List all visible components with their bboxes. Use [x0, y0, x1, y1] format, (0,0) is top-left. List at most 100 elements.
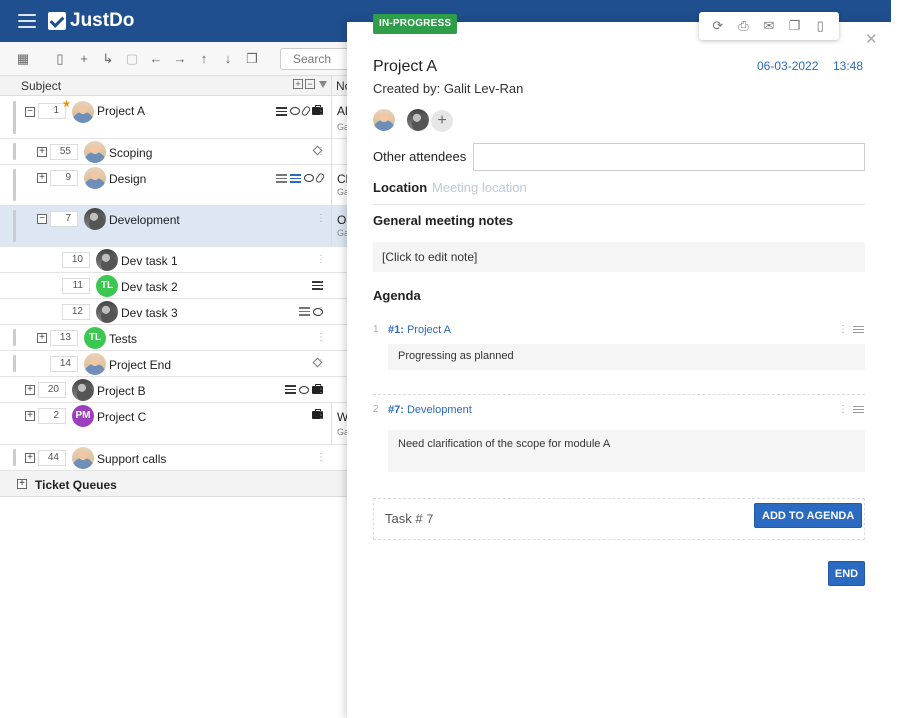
description-icon[interactable] — [299, 307, 310, 316]
close-icon[interactable]: ✕ — [865, 32, 878, 47]
meeting-date[interactable]: 06-03-2022 — [757, 59, 818, 73]
table-row[interactable]: + 9 Design ⋮ Cl Ga — [0, 165, 349, 206]
attachment-icon[interactable] — [300, 105, 312, 117]
row-menu-icon[interactable]: ⋮ — [316, 107, 326, 117]
table-row[interactable]: + 55 Scoping ⋮ — [0, 139, 347, 165]
task-title[interactable]: Dev task 1 — [121, 254, 178, 268]
arrow-down-icon[interactable]: ↓ — [221, 52, 235, 66]
star-icon[interactable]: ★ — [62, 99, 71, 110]
row-handle[interactable] — [13, 210, 16, 242]
task-title[interactable]: Dev task 3 — [121, 306, 178, 320]
table-row[interactable]: 12 Dev task 3 ⋮ — [0, 299, 347, 325]
delete-icon[interactable]: ▢ — [125, 52, 139, 66]
print-icon[interactable]: ⎙ — [736, 19, 750, 33]
arrow-up-icon[interactable]: ↑ — [197, 52, 211, 66]
location-input[interactable]: Meeting location — [432, 180, 527, 195]
add-attendee-button[interactable]: + — [431, 110, 453, 132]
add-task-icon[interactable]: + — [77, 52, 91, 66]
collapse-all-icon[interactable]: − — [305, 79, 315, 89]
drag-handle-icon[interactable] — [853, 326, 864, 333]
collapse-icon[interactable]: − — [37, 214, 47, 224]
task-title[interactable]: Project End — [109, 358, 171, 372]
task-title[interactable]: Design — [109, 172, 146, 186]
row-menu-icon[interactable]: ⋮ — [316, 281, 326, 291]
description-icon[interactable] — [276, 106, 287, 116]
task-title[interactable]: Project C — [97, 410, 146, 424]
checklist-icon[interactable] — [290, 173, 301, 183]
task-title[interactable]: Dev task 2 — [121, 280, 178, 294]
expand-icon[interactable]: + — [25, 453, 35, 463]
avatar[interactable]: TL — [96, 275, 118, 297]
task-title[interactable]: Project A — [97, 104, 145, 118]
avatar[interactable] — [84, 141, 106, 163]
agenda-item-note[interactable]: Progressing as planned — [388, 344, 865, 370]
task-title[interactable]: Support calls — [97, 452, 166, 466]
expand-icon[interactable]: + — [37, 173, 47, 183]
row-menu-icon[interactable]: ⋮ — [316, 214, 326, 224]
collapse-icon[interactable]: − — [25, 107, 35, 117]
subject-column-header[interactable]: Subject — [21, 79, 61, 93]
row-handle[interactable] — [13, 355, 16, 372]
attendee-avatar[interactable] — [373, 109, 395, 131]
avatar[interactable] — [84, 167, 106, 189]
menu-icon[interactable] — [18, 14, 36, 28]
table-row[interactable]: 11 TL Dev task 2 ⋮ — [0, 273, 347, 299]
description-icon[interactable] — [285, 385, 296, 394]
row-menu-icon[interactable]: ⋮ — [316, 385, 326, 395]
table-row[interactable]: + 20 Project B ⋮ — [0, 377, 347, 403]
row-handle[interactable] — [13, 169, 16, 201]
row-menu-icon[interactable]: ⋮ — [316, 359, 326, 369]
row-menu-icon[interactable]: ⋮ — [316, 255, 326, 265]
row-handle[interactable] — [13, 143, 16, 160]
avatar[interactable] — [84, 353, 106, 375]
arrow-left-icon[interactable]: ← — [149, 52, 163, 66]
avatar[interactable] — [84, 208, 106, 230]
avatar[interactable]: TL — [84, 327, 106, 349]
chat-icon[interactable] — [299, 385, 309, 394]
meeting-title[interactable]: Project A — [373, 58, 437, 76]
task-title[interactable]: Project B — [97, 384, 146, 398]
duplicate-icon[interactable]: ❐ — [245, 52, 259, 66]
table-row[interactable]: − 1 ★ Project A ⋮ Al Ga — [0, 97, 349, 139]
drag-handle-icon[interactable] — [853, 406, 864, 413]
other-attendees-input[interactable] — [473, 143, 865, 171]
avatar[interactable] — [72, 101, 94, 123]
agenda-task-link[interactable]: #1: Project A — [388, 324, 451, 336]
avatar[interactable] — [72, 379, 94, 401]
expand-icon[interactable]: + — [17, 479, 27, 489]
row-menu-icon[interactable]: ⋮ — [316, 411, 326, 421]
task-title[interactable]: Development — [109, 213, 180, 227]
task-title[interactable]: Tests — [109, 332, 137, 346]
row-menu-icon[interactable]: ⋮ — [316, 147, 326, 157]
avatar[interactable]: PM — [72, 405, 94, 427]
expand-all-icon[interactable]: + — [293, 79, 303, 89]
copy-icon[interactable]: ❐ — [788, 19, 802, 33]
meeting-time[interactable]: 13:48 — [833, 59, 863, 73]
expand-icon[interactable]: + — [37, 333, 47, 343]
table-row[interactable]: 14 Project End ⋮ — [0, 351, 347, 377]
agenda-item-menu-icon[interactable]: ⋮ — [838, 404, 848, 415]
arrow-right-icon[interactable]: → — [173, 52, 187, 66]
task-number-field[interactable]: Task #7 — [385, 511, 433, 526]
avatar[interactable] — [96, 249, 118, 271]
view-grid-icon[interactable]: ▦ — [16, 52, 30, 66]
row-menu-icon[interactable]: ⋮ — [316, 173, 326, 183]
table-row[interactable]: 10 Dev task 1 ⋮ — [0, 247, 347, 273]
description-icon[interactable] — [276, 173, 287, 183]
row-menu-icon[interactable]: ⋮ — [316, 333, 326, 343]
new-file-icon[interactable]: ▯ — [53, 52, 67, 66]
brand-logo[interactable]: JustDo — [48, 9, 134, 33]
table-row[interactable]: − 7 Development ⋮ Oi Ga — [0, 206, 349, 247]
task-title[interactable]: Scoping — [109, 146, 152, 160]
add-to-agenda-button[interactable]: ADD TO AGENDA — [754, 503, 863, 528]
avatar[interactable] — [96, 301, 118, 323]
trash-icon[interactable]: ▯ — [813, 19, 827, 33]
ticket-queues-row[interactable]: + Ticket Queues — [0, 471, 347, 497]
chat-icon[interactable] — [304, 174, 314, 182]
chat-icon[interactable] — [290, 107, 300, 115]
filter-icon[interactable] — [319, 81, 327, 88]
notes-editor[interactable]: [Click to edit note] — [373, 242, 865, 272]
search-input[interactable]: Search — [280, 48, 352, 70]
expand-icon[interactable]: + — [25, 385, 35, 395]
table-row[interactable]: + 13 TL Tests ⋮ — [0, 325, 347, 351]
